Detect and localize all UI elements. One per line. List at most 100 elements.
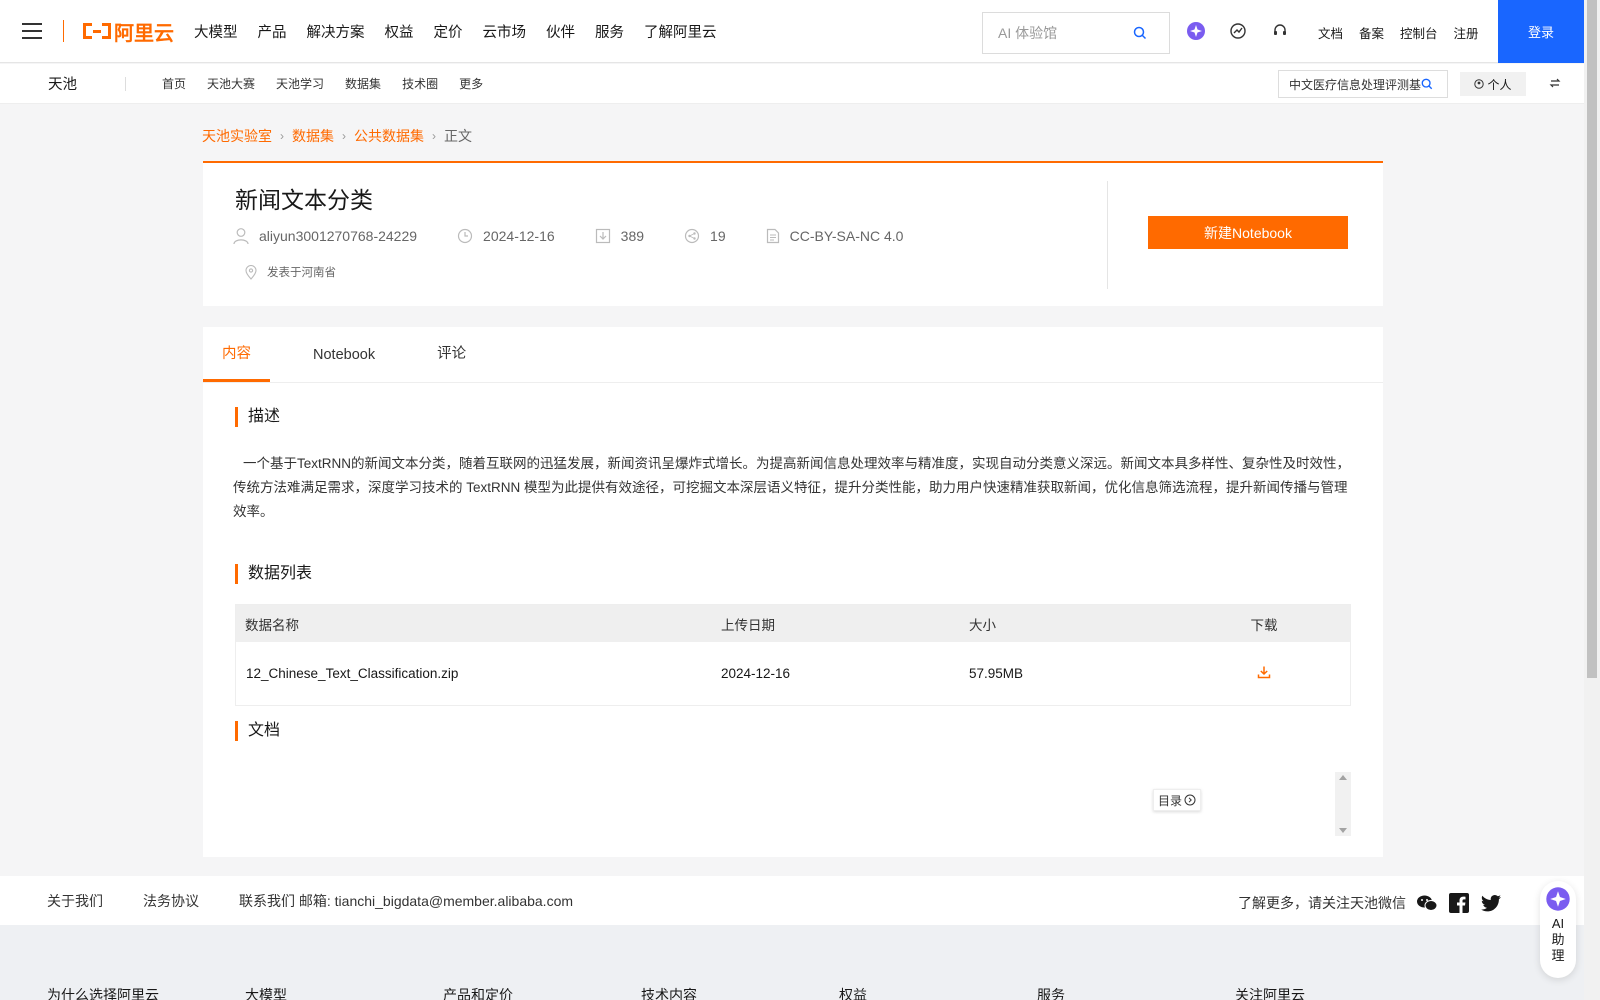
footer-sitemap: 为什么选择阿里云 大模型 产品和定价 技术内容 权益 服务 关注阿里云	[0, 925, 1584, 1000]
footer-col-tech[interactable]: 技术内容	[641, 985, 839, 1000]
footer-link-legal[interactable]: 法务协议	[143, 891, 199, 911]
breadcrumb-lab[interactable]: 天池实验室	[202, 126, 272, 146]
nav-item-models[interactable]: 大模型	[194, 21, 238, 42]
subnav-datasets[interactable]: 数据集	[345, 75, 381, 92]
scroll-up-icon[interactable]	[1339, 775, 1347, 780]
page-scrollbar[interactable]	[1584, 0, 1600, 1000]
search-input[interactable]	[983, 25, 1133, 41]
divider	[1107, 181, 1108, 289]
location-text: 发表于河南省	[267, 267, 336, 279]
dataset-content-card: 内容 Notebook 评论 描述 一个基于TextRNN的新闻文本分类，随着互…	[203, 327, 1383, 857]
file-date: 2024-12-16	[721, 666, 791, 681]
chevron-right-circle-icon	[1184, 794, 1196, 806]
location-pin-icon	[245, 264, 257, 280]
nav-item-products[interactable]: 产品	[258, 21, 287, 42]
link-icp[interactable]: 备案	[1359, 23, 1384, 42]
meta-license: CC-BY-SA-NC 4.0	[766, 228, 904, 244]
personal-button[interactable]: 个人	[1460, 72, 1526, 96]
login-button[interactable]: 登录	[1498, 0, 1584, 63]
subnav-more[interactable]: 更多	[459, 75, 483, 92]
search-icon[interactable]	[1421, 78, 1433, 90]
download-icon[interactable]	[1257, 665, 1271, 679]
nav-item-about[interactable]: 了解阿里云	[644, 21, 717, 42]
author-name[interactable]: aliyun3001270768-24229	[259, 228, 417, 244]
footer-bar: 关于我们 法务协议 联系我们 邮箱: tianchi_bigdata@membe…	[0, 876, 1584, 925]
share-count: 19	[710, 228, 726, 244]
user-icon	[233, 228, 249, 245]
subnav-competitions[interactable]: 天池大赛	[207, 75, 255, 92]
footer-col-services[interactable]: 服务	[1037, 985, 1235, 1000]
wechat-icon[interactable]	[1416, 892, 1438, 914]
tianchi-brand[interactable]: 天池	[48, 73, 77, 94]
subnav-learning[interactable]: 天池学习	[276, 75, 324, 92]
nav-item-benefits[interactable]: 权益	[385, 21, 414, 42]
link-console[interactable]: 控制台	[1400, 23, 1438, 42]
footer-col-models[interactable]: 大模型	[245, 985, 443, 1000]
footer-link-about[interactable]: 关于我们	[47, 891, 103, 911]
link-docs[interactable]: 文档	[1318, 23, 1343, 42]
ai-assistant-icon	[1546, 887, 1570, 911]
chevron-right-icon: ›	[342, 129, 346, 143]
dashboard-icon[interactable]	[1227, 20, 1249, 42]
main-nav: 大模型 产品 解决方案 权益 定价 云市场 伙伴 服务 了解阿里云	[194, 21, 737, 42]
download-cell	[1234, 665, 1294, 682]
meta-shares: 19	[684, 228, 726, 244]
ai-assistant-icon[interactable]	[1185, 20, 1207, 42]
subnav-home[interactable]: 首页	[162, 75, 186, 92]
toc-button[interactable]: 目录	[1153, 789, 1202, 811]
subnav-tech-circle[interactable]: 技术圈	[402, 75, 438, 92]
nav-item-solutions[interactable]: 解决方案	[307, 21, 365, 42]
switch-icon[interactable]	[1548, 76, 1562, 90]
footer-col-products[interactable]: 产品和定价	[443, 985, 641, 1000]
search-icon[interactable]	[1133, 26, 1147, 40]
ai-assistant-float[interactable]: AI 助 理	[1540, 881, 1576, 978]
footer-follow: 了解更多，请关注天池微信	[1238, 892, 1502, 914]
footer-col-why[interactable]: 为什么选择阿里云	[47, 985, 245, 1000]
nav-item-partners[interactable]: 伙伴	[546, 21, 575, 42]
breadcrumb-current: 正文	[444, 128, 472, 144]
footer-col-follow[interactable]: 关注阿里云	[1235, 985, 1433, 1000]
twitter-icon[interactable]	[1480, 892, 1502, 914]
footer-col-benefits[interactable]: 权益	[839, 985, 1037, 1000]
description-text: 一个基于TextRNN的新闻文本分类，随着互联网的迅猛发展，新闻资讯呈爆炸式增长…	[233, 456, 1351, 519]
facebook-icon[interactable]	[1448, 892, 1470, 914]
meta-downloads: 389	[595, 228, 644, 244]
breadcrumb-public-datasets[interactable]: 公共数据集	[354, 126, 424, 146]
ai-assistant-label: AI 助 理	[1551, 916, 1565, 964]
logo-text: 阿里云	[114, 22, 174, 45]
column-header-name: 数据名称	[245, 617, 299, 633]
tab-content[interactable]: 内容	[203, 342, 270, 382]
breadcrumb-datasets[interactable]: 数据集	[292, 126, 334, 146]
subnav-search-input[interactable]	[1279, 77, 1421, 91]
footer-columns: 为什么选择阿里云 大模型 产品和定价 技术内容 权益 服务 关注阿里云	[47, 985, 1433, 1000]
nav-item-marketplace[interactable]: 云市场	[483, 21, 527, 42]
nav-item-services[interactable]: 服务	[595, 21, 624, 42]
chevron-right-icon: ›	[280, 129, 284, 143]
chevron-right-icon: ›	[432, 129, 436, 143]
tab-comments[interactable]: 评论	[418, 342, 485, 382]
column-header-size: 大小	[969, 617, 996, 633]
docs-frame: 目录	[235, 772, 1351, 836]
scroll-down-icon[interactable]	[1339, 828, 1347, 833]
follow-text: 了解更多，请关注天池微信	[1238, 895, 1406, 911]
scrollbar-thumb[interactable]	[1587, 0, 1597, 678]
menu-icon[interactable]	[22, 23, 42, 39]
support-icon[interactable]	[1269, 20, 1291, 42]
column-header-download: 下载	[1250, 617, 1278, 633]
content-tabs: 内容 Notebook 评论	[203, 327, 1383, 383]
top-navbar: 阿里云 大模型 产品 解决方案 权益 定价 云市场 伙伴 服务 了解阿里云 文档…	[0, 0, 1584, 63]
docs-scrollbar[interactable]	[1335, 772, 1351, 836]
footer-contact: 联系我们 邮箱: tianchi_bigdata@member.alibaba.…	[239, 892, 574, 909]
aliyun-logo[interactable]: 阿里云	[83, 17, 174, 46]
file-size: 57.95MB	[969, 666, 1024, 681]
new-notebook-button[interactable]: 新建Notebook	[1148, 216, 1348, 249]
license-text: CC-BY-SA-NC 4.0	[789, 228, 904, 244]
nav-item-pricing[interactable]: 定价	[434, 21, 463, 42]
column-header-date: 上传日期	[721, 617, 775, 633]
tab-notebook[interactable]: Notebook	[294, 347, 394, 382]
link-register[interactable]: 注册	[1454, 23, 1479, 42]
meta-date: 2024-12-16	[457, 228, 555, 244]
subnav-search	[1278, 70, 1448, 98]
download-count: 389	[620, 228, 645, 244]
file-name: 12_Chinese_Text_Classification.zip	[246, 666, 459, 681]
